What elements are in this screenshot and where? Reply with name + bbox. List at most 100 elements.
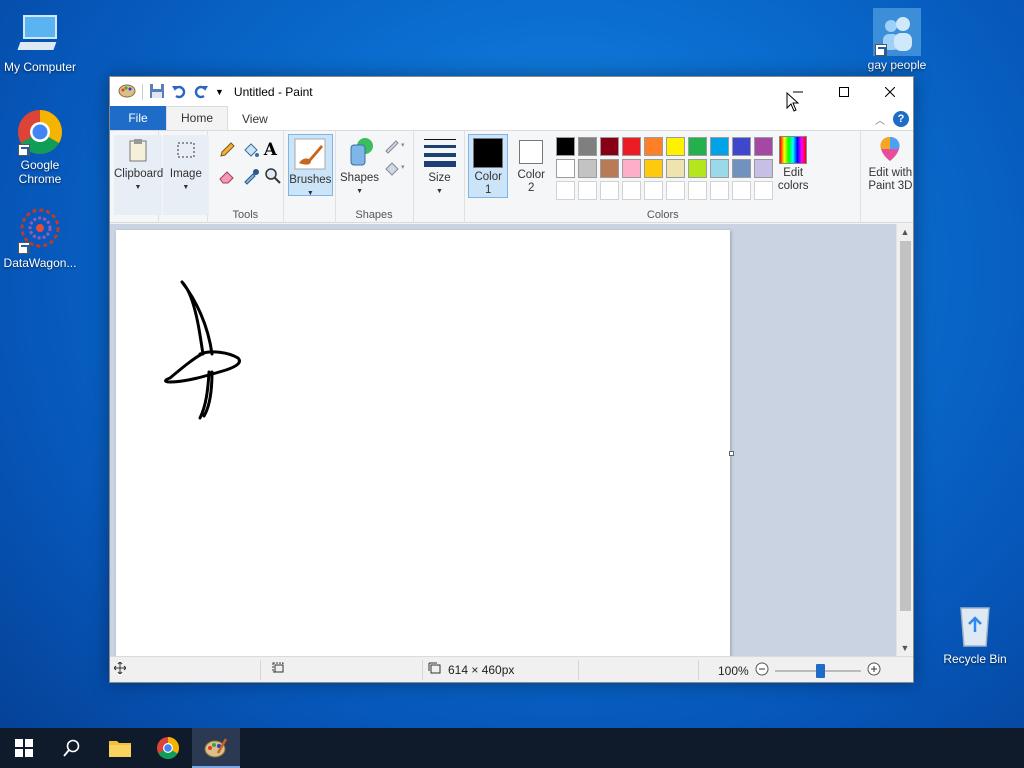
pencil-icon[interactable] [218,141,236,159]
taskbar-paint[interactable] [192,728,240,768]
fill-bucket-icon[interactable] [242,141,260,159]
customize-toolbar-icon[interactable]: ▼ [215,87,224,97]
taskbar [0,728,1024,768]
collapse-ribbon-icon[interactable]: ︿ [875,112,885,127]
tab-home[interactable]: Home [166,106,229,130]
zoom-out-button[interactable] [755,662,769,679]
palette-swatch[interactable] [556,137,576,156]
desktop-icon-gay-people[interactable]: gay people [857,8,937,72]
maximize-button[interactable] [821,77,867,107]
cursor-position-icon [114,662,126,674]
palette-swatch[interactable] [578,159,598,178]
palette-swatch[interactable] [666,159,686,178]
search-button[interactable] [48,728,96,768]
paint3d-group: Edit with Paint 3D [861,131,913,223]
shapes-icon [343,135,377,169]
desktop-icon-label: DataWagon... [3,256,77,270]
palette-swatch[interactable] [688,159,708,178]
svg-text:▾: ▾ [401,142,405,149]
paint-app-icon [204,738,228,758]
taskbar-chrome[interactable] [144,728,192,768]
size-button[interactable]: Size ▼ [420,137,460,199]
magnifier-icon[interactable] [264,167,282,185]
custom-color-slot[interactable] [600,181,620,200]
undo-icon[interactable] [171,83,187,102]
palette-swatch[interactable] [688,137,708,156]
clipboard-group: Clipboard ▼ [110,131,163,223]
palette-swatch[interactable] [710,159,730,178]
scroll-down-icon[interactable]: ▼ [897,640,913,656]
palette-swatch[interactable] [578,137,598,156]
edit-colors-button[interactable]: Edit colors [773,134,813,198]
start-button[interactable] [0,728,48,768]
color2-button[interactable]: Color 2 [511,134,551,198]
edit-with-paint3d-button[interactable]: Edit with Paint 3D [863,134,917,198]
desktop-icon-recycle-bin[interactable]: Recycle Bin [935,602,1015,666]
paint-window: ▼ Untitled - Paint File Home View ︿ ? Cl… [109,76,914,683]
paint3d-label-2: Paint 3D [868,180,913,192]
close-button[interactable] [867,77,913,107]
custom-color-slot[interactable] [556,181,576,200]
palette-swatch[interactable] [600,137,620,156]
custom-color-slot[interactable] [622,181,642,200]
save-icon[interactable] [149,83,165,102]
window-title: Untitled - Paint [233,85,313,99]
palette-swatch[interactable] [556,159,576,178]
palette-swatch[interactable] [600,159,620,178]
brushes-button[interactable]: Brushes ▼ [287,134,333,197]
palette-swatch[interactable] [622,137,642,156]
palette-swatch[interactable] [666,137,686,156]
custom-color-slot[interactable] [710,181,730,200]
palette-swatch[interactable] [754,137,774,156]
desktop-icon-my-computer[interactable]: My Computer [0,10,80,74]
palette-swatch[interactable] [754,159,774,178]
canvas-resize-handle-right[interactable] [729,451,734,456]
fill-icon[interactable]: ▾ [384,159,405,177]
shapes-button[interactable]: Shapes ▼ [340,135,380,197]
scroll-thumb[interactable] [900,241,911,611]
text-tool-icon[interactable]: A [264,140,282,160]
outline-icon[interactable]: ▾ [384,137,405,155]
zoom-slider-thumb[interactable] [815,663,825,678]
zoom-slider[interactable] [774,663,861,678]
palette-swatch[interactable] [710,137,730,156]
size-group: Size ▼ [414,131,466,223]
custom-color-slot[interactable] [754,181,774,200]
tab-view[interactable]: View [228,108,282,130]
taskbar-file-explorer[interactable] [96,728,144,768]
clipboard-button[interactable]: Clipboard ▼ [114,135,163,215]
color1-button[interactable]: Color 1 [468,134,509,198]
palette-swatch[interactable] [622,159,642,178]
paint-app-icon[interactable] [118,83,136,102]
drawing-canvas[interactable] [116,230,730,656]
palette-swatch[interactable] [732,137,752,156]
vertical-scrollbar[interactable]: ▲ ▼ [896,224,913,656]
selection-size-icon [272,662,286,674]
custom-color-slot[interactable] [666,181,686,200]
color1-label: Color [474,171,502,183]
tab-file[interactable]: File [110,106,166,130]
desktop-icon-google-chrome[interactable]: Google Chrome [0,108,80,186]
eraser-icon[interactable] [218,167,236,185]
palette-swatch[interactable] [644,159,664,178]
palette-swatch[interactable] [644,137,664,156]
scroll-up-icon[interactable]: ▲ [897,224,913,240]
paint3d-icon [875,134,905,164]
custom-color-slot[interactable] [578,181,598,200]
custom-color-slot[interactable] [732,181,752,200]
drawing-strokes [164,280,241,420]
custom-color-slot[interactable] [644,181,664,200]
color-picker-icon[interactable] [242,167,260,185]
zoom-in-button[interactable] [867,662,881,679]
recycle-bin-icon [951,602,999,650]
image-button[interactable]: Image ▼ [162,135,209,215]
custom-color-slot[interactable] [688,181,708,200]
redo-icon[interactable] [193,83,209,102]
desktop-icon-datawagon[interactable]: DataWagon... [0,206,80,270]
edit-colors-label: Edit [783,167,804,179]
search-icon [63,739,80,757]
shortcut-arrow-icon [18,144,30,156]
help-button[interactable]: ? [893,111,909,127]
shortcut-arrow-icon [875,44,887,56]
palette-swatch[interactable] [732,159,752,178]
